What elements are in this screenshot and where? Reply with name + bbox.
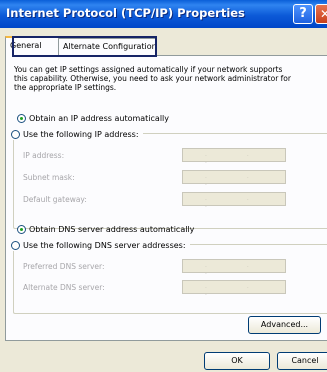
- alternate-dns-label: Alternate DNS server:: [23, 283, 105, 292]
- preferred-dns-label: Preferred DNS server:: [23, 262, 105, 271]
- field-separator-dots: . . .: [205, 173, 268, 187]
- close-button[interactable]: ✕: [315, 4, 327, 24]
- use-following-dns-label: Use the following DNS server addresses:: [23, 240, 186, 250]
- window-title: Internet Protocol (TCP/IP) Properties: [6, 6, 245, 20]
- use-following-ip-label: Use the following IP address:: [23, 129, 139, 139]
- tab-highlight-frame: [12, 36, 157, 57]
- dialog-body: You can get IP settings assigned automat…: [0, 28, 327, 372]
- obtain-ip-auto-label: Obtain an IP address automatically: [29, 113, 170, 123]
- tcpip-properties-dialog: Internet Protocol (TCP/IP) Properties ? …: [0, 0, 327, 372]
- preferred-dns-field[interactable]: . . .: [182, 259, 286, 276]
- radio-button-icon[interactable]: [11, 240, 20, 250]
- field-separator-dots: . . .: [205, 151, 268, 165]
- help-button[interactable]: ?: [293, 4, 313, 24]
- ip-address-label: IP address:: [23, 151, 65, 160]
- advanced-button[interactable]: Advanced...: [248, 316, 321, 334]
- title-bar[interactable]: Internet Protocol (TCP/IP) Properties ? …: [0, 0, 327, 28]
- subnet-mask-field[interactable]: . . .: [182, 170, 286, 187]
- cancel-button[interactable]: Cancel: [277, 352, 327, 370]
- dns-server-group: [13, 244, 327, 314]
- use-following-ip-radio[interactable]: Use the following IP address:: [11, 128, 143, 140]
- obtain-ip-auto-radio[interactable]: Obtain an IP address automatically: [17, 112, 169, 124]
- obtain-dns-auto-label: Obtain DNS server address automatically: [29, 224, 195, 234]
- general-tab-panel: You can get IP settings assigned automat…: [5, 55, 327, 341]
- subnet-mask-label: Subnet mask:: [23, 173, 75, 182]
- ip-address-field[interactable]: . . .: [182, 148, 286, 165]
- alternate-dns-field[interactable]: . . .: [182, 280, 286, 297]
- radio-button-icon[interactable]: [17, 113, 26, 123]
- default-gateway-field[interactable]: . . .: [182, 192, 286, 209]
- radio-button-icon[interactable]: [11, 129, 20, 139]
- use-following-dns-radio[interactable]: Use the following DNS server addresses:: [11, 239, 190, 251]
- field-separator-dots: . . .: [205, 262, 268, 276]
- ok-button[interactable]: OK: [204, 352, 270, 370]
- field-separator-dots: . . .: [205, 195, 268, 209]
- field-separator-dots: . . .: [205, 283, 268, 297]
- default-gateway-label: Default gateway:: [23, 195, 87, 204]
- obtain-dns-auto-radio[interactable]: Obtain DNS server address automatically: [17, 223, 194, 235]
- description-text: You can get IP settings assigned automat…: [14, 65, 291, 92]
- radio-button-icon[interactable]: [17, 224, 26, 234]
